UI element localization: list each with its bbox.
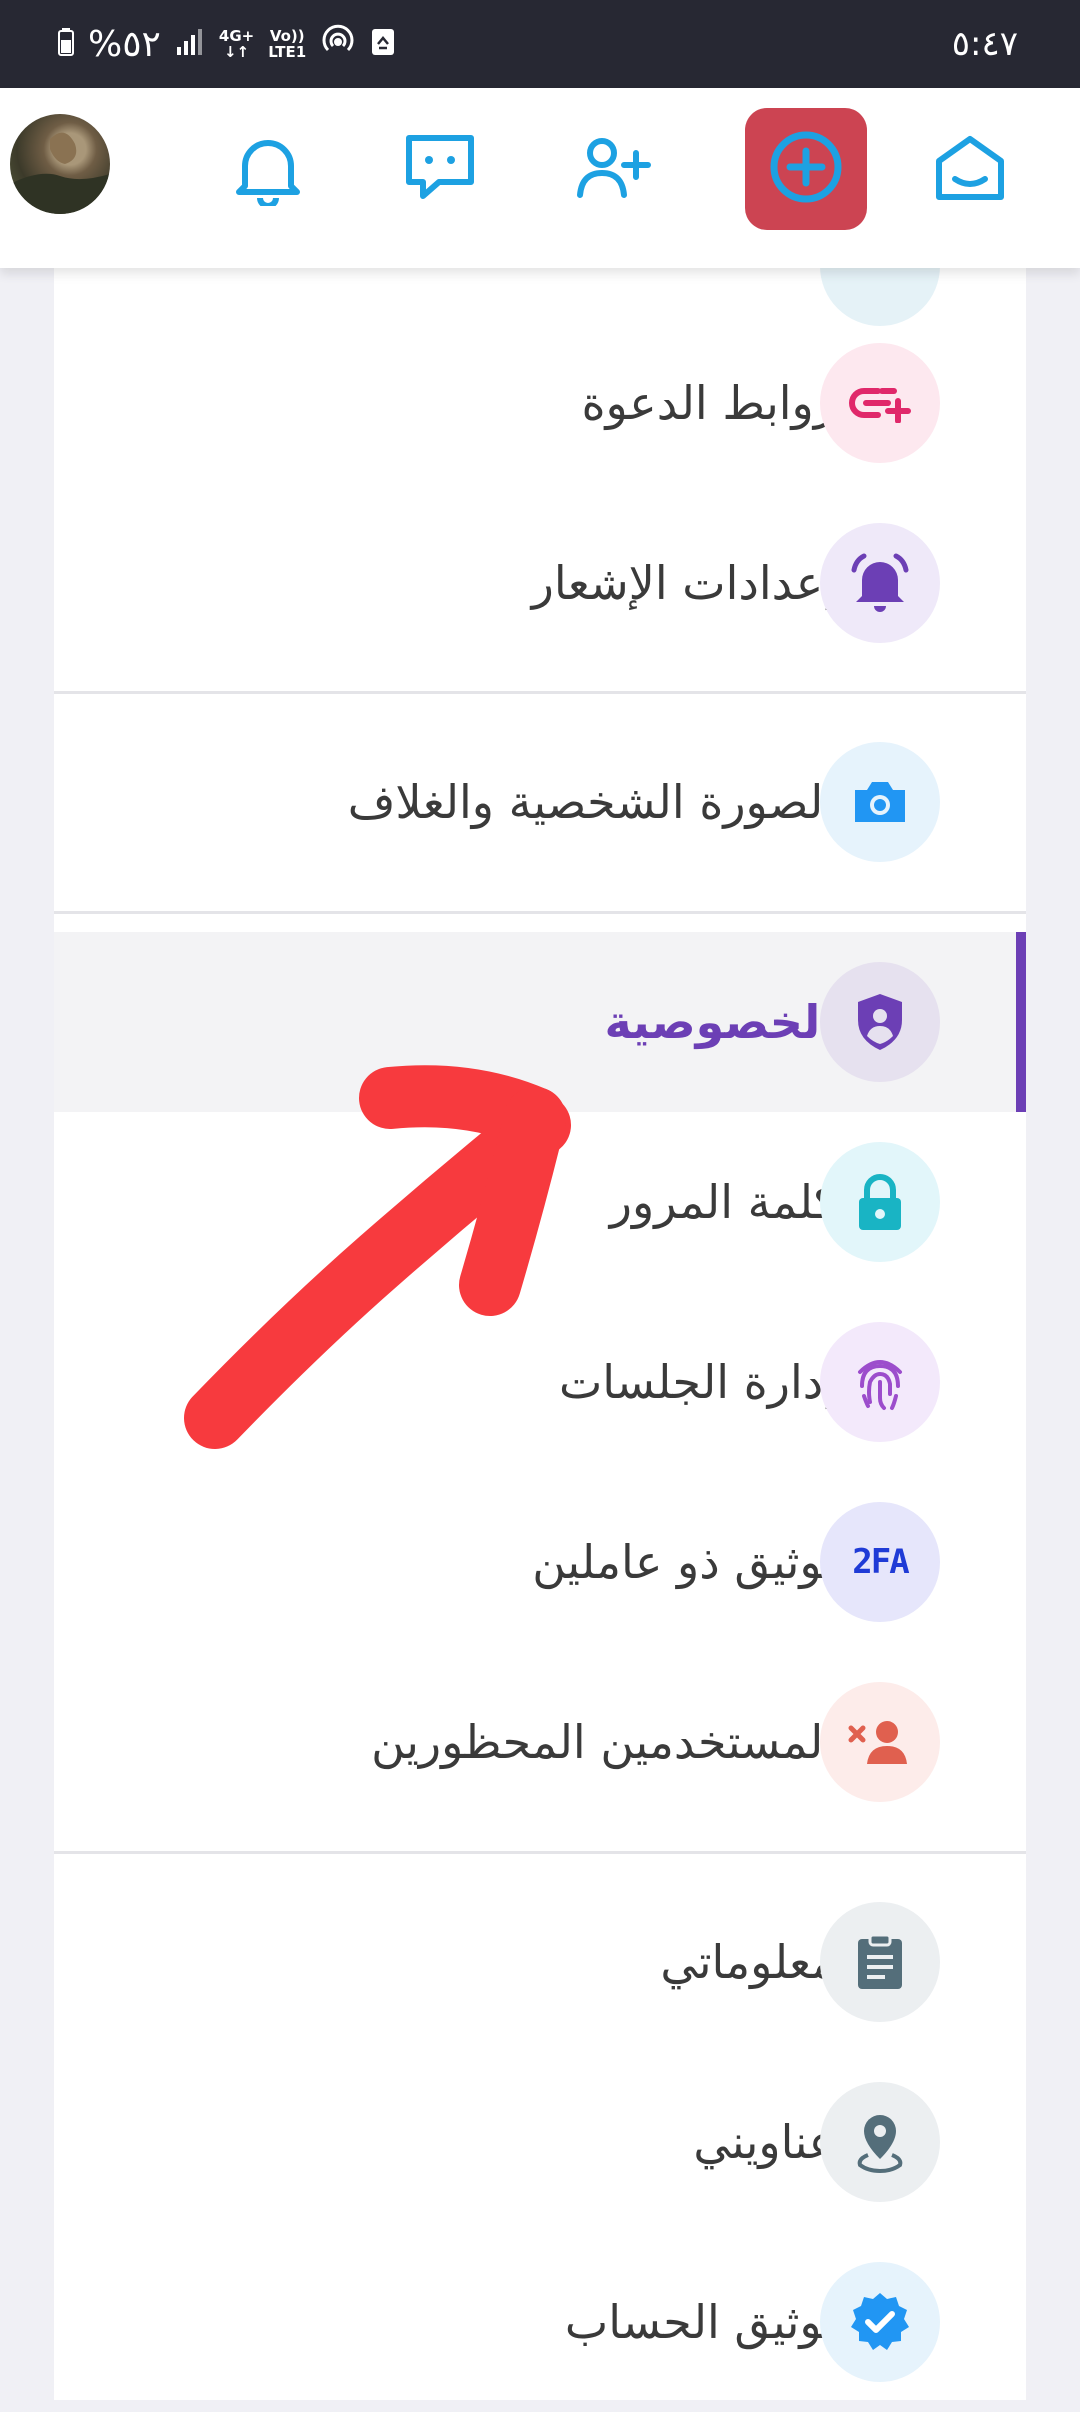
menu-item-label: كلمة المرور [609, 1175, 836, 1229]
menu-item-label: معلوماتي [660, 1935, 836, 1989]
create-post-icon [768, 129, 844, 209]
hotspot-icon [320, 24, 356, 64]
home-icon[interactable] [925, 123, 1015, 213]
bell-ring-icon [820, 523, 940, 643]
menu-item-sessions-management[interactable]: إدارة الجلسات [54, 1292, 1026, 1472]
menu-item-label: توثيق ذو عاملين [532, 1535, 836, 1589]
menu-item-label: الخصوصية [604, 995, 836, 1049]
divider [54, 1851, 1026, 1854]
menu-item-account-verification[interactable]: توثيق الحساب [54, 2232, 1026, 2412]
settings-menu: روابط الدعوة إعدادات الإشعار الصورة الشخ… [54, 206, 1026, 2400]
network-label: 4G+ [218, 27, 255, 45]
top-app-bar [0, 88, 1080, 268]
menu-item-label: المستخدمين المحظورين [371, 1715, 836, 1769]
menu-item-two-factor[interactable]: توثيق ذو عاملين 2FA [54, 1472, 1026, 1652]
menu-item-label: الصورة الشخصية والغلاف [347, 775, 836, 829]
menu-item-profile-picture-cover[interactable]: الصورة الشخصية والغلاف [54, 712, 1026, 892]
menu-item-invite-links[interactable]: روابط الدعوة [54, 313, 1026, 493]
2fa-icon: 2FA [820, 1502, 940, 1622]
menu-item-label: إدارة الجلسات [558, 1355, 836, 1409]
chat-icon[interactable] [395, 123, 485, 213]
create-post-button[interactable] [745, 108, 867, 230]
divider [54, 691, 1026, 694]
menu-item-label: عناويني [693, 2115, 836, 2169]
lte-label: LTE1 [268, 43, 307, 61]
battery-icon [58, 28, 74, 60]
verified-badge-icon [820, 2262, 940, 2382]
add-friend-icon[interactable] [570, 123, 660, 213]
avatar[interactable] [10, 114, 110, 214]
menu-item-label: روابط الدعوة [581, 376, 836, 430]
menu-item-notification-settings[interactable]: إعدادات الإشعار [54, 493, 1026, 673]
network-type: 4G+ ↓↑ [218, 27, 255, 61]
shield-user-icon [820, 962, 940, 1082]
battery-percent: %٥٢ [88, 23, 161, 65]
menu-item-privacy[interactable]: الخصوصية [54, 932, 1026, 1112]
fingerprint-icon [820, 1322, 940, 1442]
status-bar: %٥٢ 4G+ ↓↑ Vo)) LTE1 ٥:٤٧ [0, 0, 1080, 88]
clock: ٥:٤٧ [951, 24, 1018, 64]
menu-item-my-addresses[interactable]: عناويني [54, 2052, 1026, 2232]
clipboard-icon [820, 1902, 940, 2022]
menu-item-my-information[interactable]: معلوماتي [54, 1872, 1026, 2052]
recycle-icon [370, 27, 396, 61]
signal-icon [175, 27, 205, 61]
camera-icon [820, 742, 940, 862]
blocked-user-icon [820, 1682, 940, 1802]
divider [54, 911, 1026, 914]
invite-link-icon [820, 343, 940, 463]
menu-item-label: توثيق الحساب [564, 2295, 836, 2349]
menu-item-password[interactable]: كلمة المرور [54, 1112, 1026, 1292]
volte-indicator: Vo)) LTE1 [268, 28, 306, 60]
bell-icon[interactable] [223, 123, 313, 213]
location-pin-icon [820, 2082, 940, 2202]
menu-item-blocked-users[interactable]: المستخدمين المحظورين [54, 1652, 1026, 1832]
menu-item-label: إعدادات الإشعار [531, 556, 836, 610]
2fa-icon-text: 2FA [852, 1542, 909, 1582]
lock-icon [820, 1142, 940, 1262]
status-icons: %٥٢ 4G+ ↓↑ Vo)) LTE1 [58, 0, 396, 88]
